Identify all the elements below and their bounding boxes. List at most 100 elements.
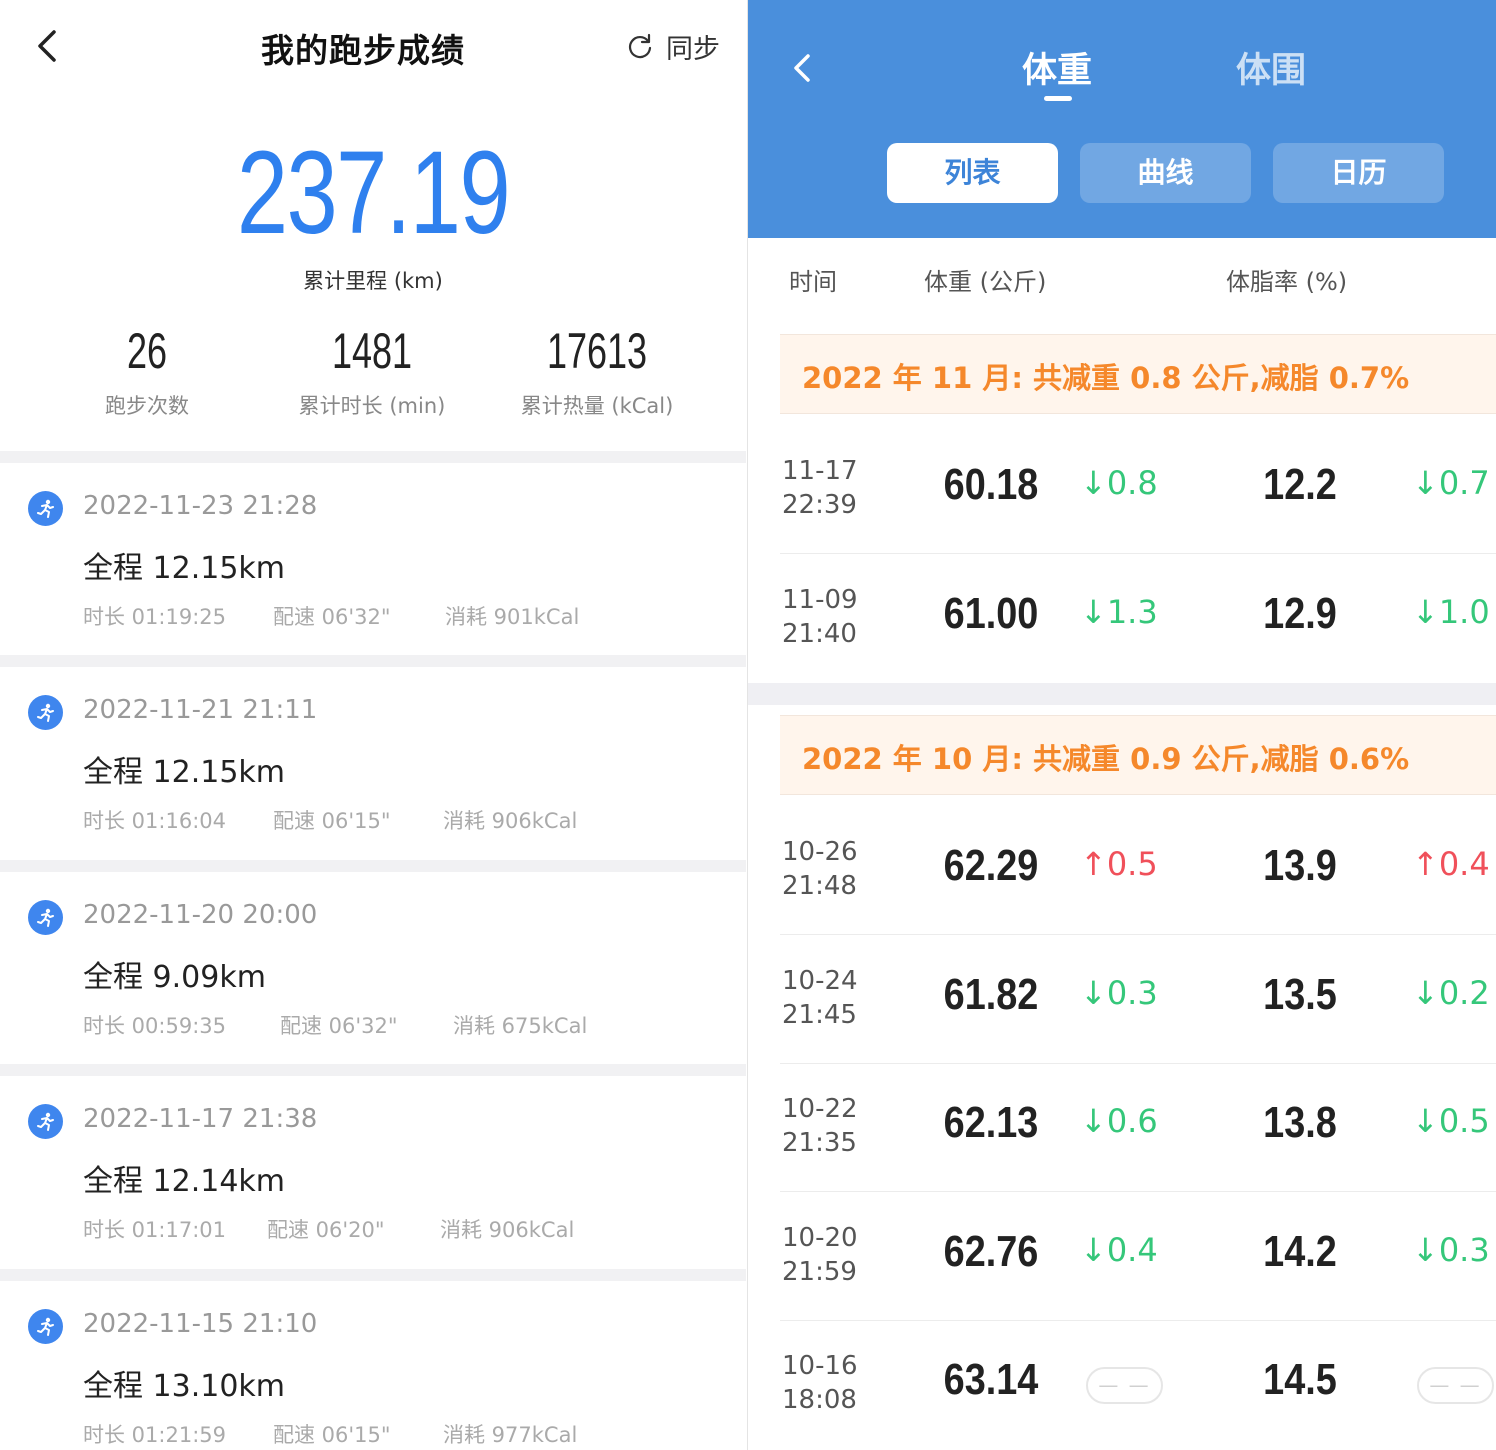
weight-record-row[interactable]: 10-26 21:48 62.29 ↑0.5 13.9 ↑0.4 xyxy=(780,807,1496,935)
weight-record-row[interactable]: 10-22 21:35 62.13 ↓0.6 13.8 ↓0.5 xyxy=(780,1064,1496,1192)
back-arrow-icon[interactable] xyxy=(788,48,818,88)
stat-total-calories: 17613 累计热量 (kCal) xyxy=(477,320,717,420)
run-record-item[interactable]: 2022-11-20 20:00 全程 9.09km 时长 00:59:35 配… xyxy=(0,872,746,1064)
stat-label: 跑步次数 xyxy=(105,394,189,418)
weight-change: ↓0.8 xyxy=(1080,464,1158,502)
body-fat-change: ↓0.7 xyxy=(1412,464,1490,502)
run-distance: 全程 9.09km xyxy=(83,960,266,995)
record-time: 18:08 xyxy=(782,1385,857,1415)
stat-value: 17613 xyxy=(546,323,648,379)
run-duration: 时长 01:21:59 xyxy=(83,1423,226,1447)
run-pace: 配速 06'15" xyxy=(273,1423,391,1447)
record-datetime: 10-22 21:35 xyxy=(782,1092,858,1160)
segment-calendar[interactable]: 日历 xyxy=(1273,143,1444,203)
weight-value: 62.29 xyxy=(943,841,1039,890)
stat-label: 累计热量 (kCal) xyxy=(520,394,674,418)
run-record-item[interactable]: 2022-11-17 21:38 全程 12.14km 时长 01:17:01 … xyxy=(0,1076,746,1268)
month-summary: 2022 年 10 月: 共减重 0.9 公斤,减脂 0.6% xyxy=(780,715,1496,795)
weight-value: 62.13 xyxy=(943,1098,1039,1147)
run-pace: 配速 06'20" xyxy=(267,1218,385,1242)
month-summary: 2022 年 11 月: 共减重 0.8 公斤,减脂 0.7% xyxy=(780,334,1496,414)
body-fat-value: 12.9 xyxy=(1263,589,1337,638)
sync-icon xyxy=(628,33,652,59)
run-date: 2022-11-21 21:11 xyxy=(83,695,318,725)
run-distance: 全程 12.14km xyxy=(83,1164,286,1199)
segment-list[interactable]: 列表 xyxy=(887,143,1058,203)
record-date: 10-24 xyxy=(782,966,858,996)
record-time: 22:39 xyxy=(782,490,857,520)
segment-curve[interactable]: 曲线 xyxy=(1080,143,1251,203)
run-distance: 全程 12.15km xyxy=(83,755,286,790)
weight-value: 63.14 xyxy=(943,1355,1039,1404)
stat-value: 26 xyxy=(126,323,168,379)
summary-stats: 26 跑步次数 1481 累计时长 (min) 17613 累计热量 (kCal… xyxy=(0,320,746,430)
weight-change: ↓0.4 xyxy=(1080,1231,1158,1269)
divider xyxy=(0,1064,746,1076)
divider xyxy=(0,451,746,463)
column-header-time: 时间 xyxy=(789,268,837,296)
record-time: 21:45 xyxy=(782,1000,857,1030)
run-record-item[interactable]: 2022-11-15 21:10 全程 13.10km 时长 01:21:59 … xyxy=(0,1281,746,1450)
total-distance-label: 累计里程 (km) xyxy=(303,269,443,293)
run-duration: 时长 01:17:01 xyxy=(83,1218,226,1242)
record-date: 10-26 xyxy=(782,837,858,867)
weight-record-row[interactable]: 10-20 21:59 62.76 ↓0.4 14.2 ↓0.3 xyxy=(780,1193,1496,1321)
record-time: 21:59 xyxy=(782,1257,857,1287)
body-fat-value: 13.5 xyxy=(1263,970,1337,1019)
stat-value: 1481 xyxy=(331,323,413,379)
header-bar: 我的跑步成绩 同步 xyxy=(0,0,746,92)
divider xyxy=(0,860,746,872)
weight-record-row[interactable]: 10-16 18:08 63.14 — — 14.5 — — xyxy=(780,1321,1496,1449)
record-datetime: 10-20 21:59 xyxy=(782,1221,858,1289)
month-summary-text: 2022 年 10 月: 共减重 0.9 公斤,减脂 0.6% xyxy=(802,742,1410,776)
weight-record-row[interactable]: 11-09 21:40 61.00 ↓1.3 12.9 ↓1.0 xyxy=(780,555,1496,683)
record-datetime: 11-17 22:39 xyxy=(782,454,858,522)
record-time: 21:35 xyxy=(782,1128,857,1158)
body-fat-value: 14.5 xyxy=(1263,1355,1337,1404)
run-pace: 配速 06'32" xyxy=(280,1014,398,1038)
header-bar: 体重 体围 列表 曲线 日历 xyxy=(748,0,1496,238)
weight-change: ↓0.3 xyxy=(1080,974,1158,1012)
weight-value: 61.82 xyxy=(943,970,1039,1019)
run-calories: 消耗 977kCal xyxy=(443,1423,578,1447)
body-fat-change: ↓0.2 xyxy=(1412,974,1490,1012)
record-time: 21:40 xyxy=(782,619,857,649)
record-date: 10-16 xyxy=(782,1351,858,1381)
run-calories: 消耗 906kCal xyxy=(440,1218,575,1242)
stat-run-count: 26 跑步次数 xyxy=(27,320,267,420)
no-change-badge: — — xyxy=(1086,1367,1163,1404)
run-distance: 全程 13.10km xyxy=(83,1369,286,1404)
run-calories: 消耗 901kCal xyxy=(445,605,580,629)
tab-weight[interactable]: 体重 xyxy=(1022,42,1092,93)
run-record-item[interactable]: 2022-11-21 21:11 全程 12.15km 时长 01:16:04 … xyxy=(0,667,746,859)
run-distance: 全程 12.15km xyxy=(83,551,286,586)
run-record-item[interactable]: 2022-11-23 21:28 全程 12.15km 时长 01:19:25 … xyxy=(0,463,746,655)
weight-record-row[interactable]: 11-17 22:39 60.18 ↓0.8 12.2 ↓0.7 xyxy=(780,426,1496,554)
weight-record-row[interactable]: 10-24 21:45 61.82 ↓0.3 13.5 ↓0.2 xyxy=(780,936,1496,1064)
record-date: 11-09 xyxy=(782,585,858,615)
sync-button[interactable]: 同步 xyxy=(626,28,720,65)
total-distance-value: 237.19 xyxy=(236,127,511,259)
sync-label: 同步 xyxy=(666,33,720,65)
run-duration: 时长 01:16:04 xyxy=(83,809,226,833)
record-date: 10-22 xyxy=(782,1094,858,1124)
record-date: 11-17 xyxy=(782,456,858,486)
weight-change: ↓0.6 xyxy=(1080,1102,1158,1140)
run-calories: 消耗 906kCal xyxy=(443,809,578,833)
run-date: 2022-11-17 21:38 xyxy=(83,1104,318,1134)
body-fat-value: 13.9 xyxy=(1263,841,1337,890)
weight-change: ↓1.3 xyxy=(1080,593,1158,631)
body-fat-value: 12.2 xyxy=(1263,460,1337,509)
record-datetime: 11-09 21:40 xyxy=(782,583,858,651)
run-pace: 配速 06'32" xyxy=(273,605,391,629)
tab-body-measurements[interactable]: 体围 xyxy=(1236,42,1306,93)
run-calories: 消耗 675kCal xyxy=(453,1014,588,1038)
run-duration: 时长 00:59:35 xyxy=(83,1014,226,1038)
runner-icon xyxy=(28,1104,63,1139)
body-fat-value: 14.2 xyxy=(1263,1227,1337,1276)
column-header-weight: 体重 (公斤) xyxy=(924,268,1047,296)
weight-change: ↑0.5 xyxy=(1080,845,1158,883)
runner-icon xyxy=(28,695,63,730)
runner-icon xyxy=(28,1309,63,1344)
record-datetime: 10-16 18:08 xyxy=(782,1349,858,1417)
